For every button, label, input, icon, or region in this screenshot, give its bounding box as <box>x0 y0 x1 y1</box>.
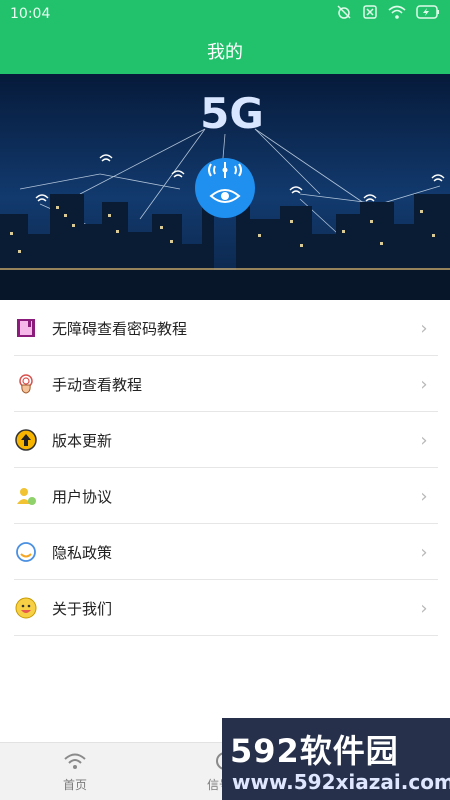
menu-item-label: 版本更新 <box>52 431 113 450</box>
menu-item-user-agreement[interactable]: 用户协议 › <box>0 468 450 524</box>
menu-item-accessibility-tutorial[interactable]: 无障碍查看密码教程 › <box>0 300 450 356</box>
status-bar: 10:04 <box>0 0 450 28</box>
menu-item-privacy-policy[interactable]: 隐私政策 › <box>0 524 450 580</box>
menu-item-label: 用户协议 <box>52 487 113 506</box>
banner-image: 5G <box>0 74 450 300</box>
wifi-icon <box>388 4 406 24</box>
menu-item-label: 关于我们 <box>52 599 113 618</box>
menu-item-label: 手动查看教程 <box>52 375 143 394</box>
chevron-right-icon: › <box>420 597 428 619</box>
user-icon <box>14 484 38 508</box>
menu-item-manual-tutorial[interactable]: 手动查看教程 › <box>0 356 450 412</box>
menu-item-version-update[interactable]: 版本更新 › <box>0 412 450 468</box>
tab-home[interactable]: 首页 <box>0 743 150 800</box>
banner-5g-text: 5G <box>200 89 264 138</box>
privacy-icon <box>14 540 38 564</box>
watermark-title: 592软件园 <box>230 732 399 770</box>
page-title: 我的 <box>207 42 243 63</box>
book-icon <box>14 316 38 340</box>
chevron-right-icon: › <box>420 317 428 339</box>
tab-label: 首页 <box>62 778 87 792</box>
chevron-right-icon: › <box>420 373 428 395</box>
status-icons <box>336 4 440 24</box>
close-box-icon <box>362 4 378 24</box>
menu-item-label: 无障碍查看密码教程 <box>52 319 188 338</box>
watermark-logo: 592软件园 www.592xiazai.com <box>222 718 450 800</box>
page-header: 我的 <box>0 28 450 74</box>
status-time: 10:04 <box>10 6 51 22</box>
smile-icon <box>14 596 38 620</box>
alarm-off-icon <box>336 4 352 24</box>
menu-item-label: 隐私政策 <box>52 543 113 562</box>
update-icon <box>14 428 38 452</box>
chevron-right-icon: › <box>420 485 428 507</box>
hand-icon <box>14 372 38 396</box>
settings-menu: 无障碍查看密码教程 › 手动查看教程 › 版本更新 › 用户协议 › 隐私政策 … <box>0 300 450 636</box>
chevron-right-icon: › <box>420 541 428 563</box>
chevron-right-icon: › <box>420 429 428 451</box>
wifi-icon <box>64 750 86 772</box>
menu-item-about-us[interactable]: 关于我们 › <box>0 580 450 636</box>
watermark-url: www.592xiazai.com <box>232 770 450 794</box>
battery-charging-icon <box>416 5 440 23</box>
